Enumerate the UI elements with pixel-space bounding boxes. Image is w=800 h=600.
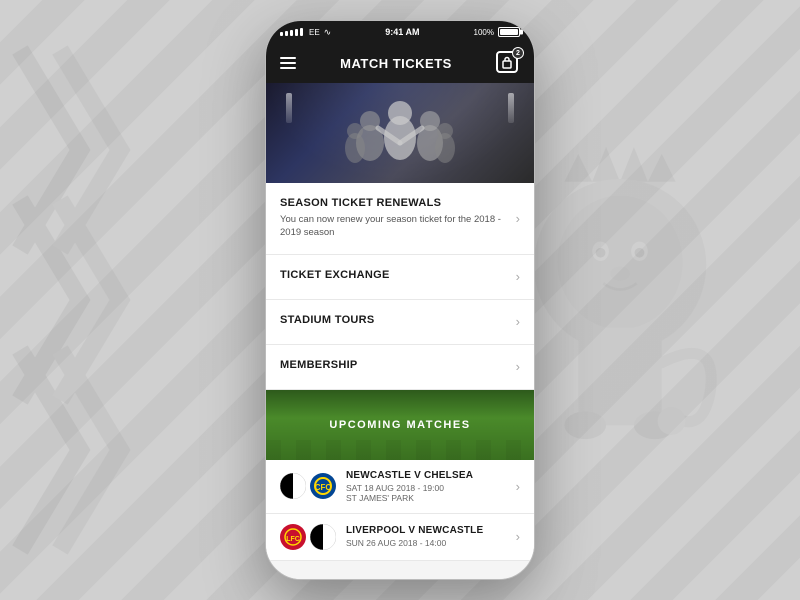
ticket-exchange-chevron: › <box>516 269 520 284</box>
grass-overlay <box>266 440 534 460</box>
players-silhouette <box>300 93 500 183</box>
content-area: SEASON TICKET RENEWALS You can now renew… <box>266 183 534 579</box>
season-ticket-content: SEASON TICKET RENEWALS You can now renew… <box>280 197 508 240</box>
menu-button[interactable] <box>280 57 296 69</box>
match-liverpool-chevron: › <box>516 529 520 544</box>
lock-icon <box>500 55 514 69</box>
ticket-exchange-content: TICKET EXCHANGE <box>280 269 508 285</box>
phone-frame: EE ∿ 9:41 AM 100% MATCH TICKETS 2 <box>265 20 535 580</box>
liverpool-badge: LFC <box>280 524 306 550</box>
membership-chevron: › <box>516 359 520 374</box>
chelsea-badge: CFC <box>310 473 336 499</box>
stadium-light-left <box>286 93 292 123</box>
match-clubs-area-2: LFC <box>280 524 336 550</box>
nav-bar: MATCH TICKETS 2 <box>266 43 534 83</box>
match-liverpool-newcastle[interactable]: LFC LIVERPOOL V NEWCASTLE SUN 26 AUG 201… <box>266 514 534 561</box>
season-ticket-subtitle: You can now renew your season ticket for… <box>280 213 508 240</box>
newcastle-badge-2 <box>310 524 336 550</box>
signal-icon <box>280 28 303 36</box>
match-name-2: LIVERPOOL V NEWCASTLE <box>346 525 508 536</box>
stadium-tours-chevron: › <box>516 314 520 329</box>
upcoming-label: UPCOMING MATCHES <box>329 419 470 431</box>
status-left: EE ∿ <box>280 27 331 38</box>
battery-area: 100% <box>474 27 520 37</box>
stadium-tours-content: STADIUM TOURS <box>280 314 508 330</box>
match-clubs-area: CFC <box>280 473 336 499</box>
battery-icon <box>498 27 520 37</box>
match-venue: ST JAMES' PARK <box>346 493 508 503</box>
svg-text:LFC: LFC <box>286 536 300 543</box>
svg-text:CFC: CFC <box>315 483 332 492</box>
battery-percent: 100% <box>474 28 494 37</box>
season-ticket-chevron: › <box>516 211 520 226</box>
hamburger-line-3 <box>280 67 296 69</box>
ticket-exchange-item[interactable]: TICKET EXCHANGE › <box>266 255 534 300</box>
newcastle-badge <box>280 473 306 499</box>
upcoming-matches-banner: UPCOMING MATCHES <box>266 390 534 460</box>
status-bar: EE ∿ 9:41 AM 100% <box>266 21 534 43</box>
match-name: NEWCASTLE V CHELSEA <box>346 470 508 481</box>
match-newcastle-chelsea[interactable]: CFC NEWCASTLE V CHELSEA SAT 18 AUG 2018 … <box>266 460 534 514</box>
match-liverpool-newcastle-info: LIVERPOOL V NEWCASTLE SUN 26 AUG 2018 - … <box>346 525 508 548</box>
match-newcastle-chelsea-info: NEWCASTLE V CHELSEA SAT 18 AUG 2018 - 19… <box>346 470 508 503</box>
hamburger-line-1 <box>280 57 296 59</box>
season-ticket-item[interactable]: SEASON TICKET RENEWALS You can now renew… <box>266 183 534 255</box>
membership-title: MEMBERSHIP <box>280 359 508 371</box>
page-title: MATCH TICKETS <box>340 56 452 71</box>
wifi-icon: ∿ <box>324 27 332 38</box>
hero-banner <box>266 83 534 183</box>
carrier-label: EE <box>309 28 320 37</box>
season-ticket-title: SEASON TICKET RENEWALS <box>280 197 508 209</box>
cart-count-badge: 2 <box>512 47 524 59</box>
stadium-tours-title: STADIUM TOURS <box>280 314 508 326</box>
battery-fill <box>500 29 518 35</box>
membership-item[interactable]: MEMBERSHIP › <box>266 345 534 390</box>
ticket-exchange-title: TICKET EXCHANGE <box>280 269 508 281</box>
stadium-light-right <box>508 93 514 123</box>
match-date-2: SUN 26 AUG 2018 - 14:00 <box>346 538 508 548</box>
match-newcastle-chevron: › <box>516 479 520 494</box>
match-date: SAT 18 AUG 2018 - 19:00 <box>346 483 508 493</box>
stadium-tours-item[interactable]: STADIUM TOURS › <box>266 300 534 345</box>
membership-content: MEMBERSHIP <box>280 359 508 375</box>
clock: 9:41 AM <box>385 27 419 37</box>
bg-chevrons <box>0 0 220 600</box>
cart-button[interactable]: 2 <box>496 51 520 75</box>
hamburger-line-2 <box>280 62 296 64</box>
